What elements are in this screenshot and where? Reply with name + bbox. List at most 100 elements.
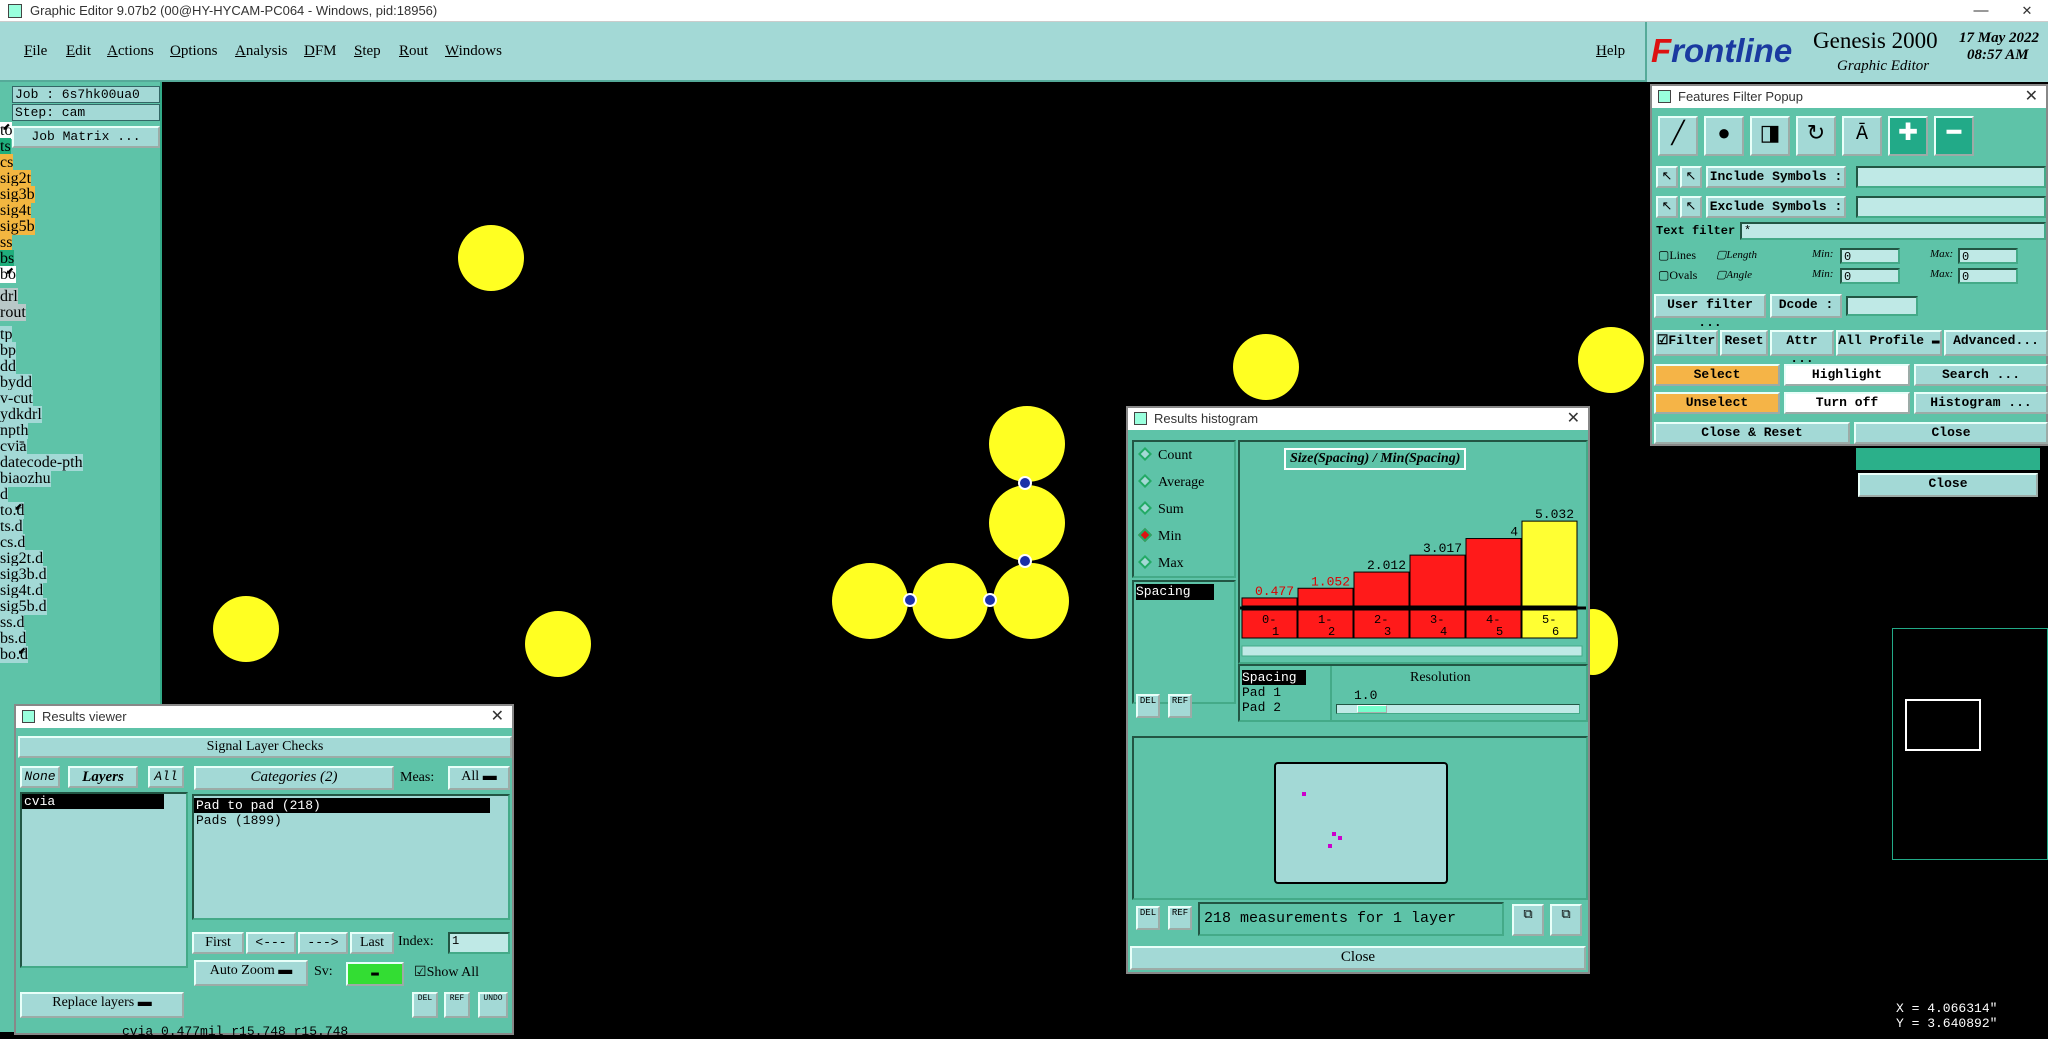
slider-handle[interactable]: [1357, 705, 1387, 713]
menu-analysis[interactable]: Analysis: [235, 43, 288, 60]
include-symbols-button[interactable]: Include Symbols :: [1706, 166, 1846, 188]
close-filter-button[interactable]: Close: [1854, 422, 2048, 444]
user-filter-button[interactable]: User filter ...: [1654, 294, 1766, 330]
length-min-input[interactable]: 0: [1840, 248, 1900, 264]
show-all-checkbox[interactable]: ☑Show All: [414, 964, 479, 981]
lines-checkbox[interactable]: ▢Lines: [1658, 248, 1696, 263]
all-button[interactable]: All: [148, 766, 184, 788]
close-icon[interactable]: ✕: [1567, 408, 1580, 430]
histogram-bar[interactable]: [1521, 520, 1578, 607]
sv-dropdown[interactable]: ▬: [346, 962, 404, 986]
list-item[interactable]: Pads (1899): [194, 813, 508, 828]
layer-row[interactable]: rout: [0, 304, 26, 322]
include-symbols-input[interactable]: [1856, 166, 2046, 188]
line-feature-icon[interactable]: ╱: [1658, 116, 1698, 156]
histogram-button[interactable]: Histogram ...: [1914, 392, 2048, 414]
index-input[interactable]: 1: [448, 932, 510, 954]
categories-tab[interactable]: Categories (2): [194, 766, 394, 790]
histogram-bar[interactable]: [1297, 587, 1354, 607]
attr-button[interactable]: Attr ...: [1770, 330, 1834, 366]
select-arrow-icon[interactable]: ↖: [1680, 166, 1702, 188]
select-button[interactable]: Select: [1654, 364, 1780, 386]
list-item[interactable]: Pad 2: [1242, 700, 1306, 715]
list-item[interactable]: cvia: [22, 794, 164, 809]
last-button[interactable]: Last: [350, 932, 394, 954]
layers-tab[interactable]: Layers: [68, 766, 138, 788]
list-item[interactable]: Spacing: [1242, 670, 1306, 685]
search-button[interactable]: Search ...: [1914, 364, 2048, 386]
layout-icon[interactable]: ⧉: [1550, 904, 1582, 936]
meas-dropdown[interactable]: All ▬: [448, 766, 510, 790]
angle-checkbox[interactable]: ▢Angle: [1716, 268, 1752, 281]
prev-button[interactable]: <---: [246, 932, 296, 954]
histogram-bar[interactable]: [1409, 554, 1466, 607]
select-arrow-icon[interactable]: ↖: [1656, 196, 1678, 218]
dcode-button[interactable]: Dcode :: [1770, 294, 1842, 318]
export-icon[interactable]: ⧉: [1512, 904, 1544, 936]
resolution-slider[interactable]: [1336, 704, 1580, 714]
close-icon[interactable]: ✕: [2025, 86, 2038, 108]
list-item[interactable]: Pad to pad (218): [194, 798, 490, 813]
text-filter-input[interactable]: *: [1740, 222, 2046, 240]
ref-button[interactable]: REF: [1168, 694, 1192, 718]
minimize-button[interactable]: —: [1958, 0, 2004, 22]
highlight-button[interactable]: Highlight: [1784, 364, 1910, 386]
ovals-checkbox[interactable]: ▢Ovals: [1658, 268, 1697, 283]
positive-polarity-icon[interactable]: ✚: [1888, 116, 1928, 156]
close-window-button[interactable]: ✕: [2004, 0, 2048, 22]
next-button[interactable]: --->: [298, 932, 348, 954]
auto-zoom-dropdown[interactable]: Auto Zoom ▬: [194, 960, 308, 986]
menu-windows[interactable]: Windows: [445, 43, 502, 60]
min-radio[interactable]: Min: [1137, 527, 1181, 545]
text-feature-icon[interactable]: Ā: [1842, 116, 1882, 156]
length-checkbox[interactable]: ▢Length: [1716, 248, 1757, 261]
del-button[interactable]: DEL: [412, 992, 438, 1018]
pad-feature-icon[interactable]: ●: [1704, 116, 1744, 156]
job-matrix-button[interactable]: Job Matrix ...: [12, 126, 160, 148]
arc-feature-icon[interactable]: ↻: [1796, 116, 1836, 156]
layer-row[interactable]: bo.d ⬋: [0, 646, 28, 664]
select-arrow-icon[interactable]: ↖: [1680, 196, 1702, 218]
close-histogram-button[interactable]: Close: [1130, 946, 1586, 970]
menu-dfm[interactable]: DFM: [304, 43, 337, 60]
filter-toggle[interactable]: ☑Filter: [1654, 330, 1718, 356]
menu-actions[interactable]: Actions: [107, 43, 154, 60]
exclude-symbols-button[interactable]: Exclude Symbols :: [1706, 196, 1846, 218]
menu-options[interactable]: Options: [170, 43, 218, 60]
ref-button[interactable]: REF: [444, 992, 470, 1018]
del-button[interactable]: DEL: [1136, 694, 1160, 718]
close-reset-button[interactable]: Close & Reset: [1654, 422, 1850, 444]
advanced-button[interactable]: Advanced...: [1944, 330, 2048, 356]
replace-layers-dropdown[interactable]: Replace layers ▬: [20, 992, 184, 1018]
average-radio[interactable]: Average: [1137, 473, 1204, 491]
menu-rout[interactable]: Rout: [399, 43, 428, 60]
ref-button[interactable]: REF: [1168, 906, 1192, 930]
select-arrow-icon[interactable]: ↖: [1656, 166, 1678, 188]
reset-button[interactable]: Reset: [1720, 330, 1768, 356]
menu-help[interactable]: Help: [1596, 43, 1625, 60]
count-radio[interactable]: Count: [1137, 446, 1192, 464]
menu-edit[interactable]: Edit: [66, 43, 91, 60]
surface-feature-icon[interactable]: ◨: [1750, 116, 1790, 156]
close-button[interactable]: Close: [1858, 473, 2038, 497]
first-button[interactable]: First: [192, 932, 244, 954]
menu-file[interactable]: File: [24, 43, 47, 60]
turn-off-button[interactable]: Turn off: [1784, 392, 1910, 414]
dcode-input[interactable]: [1846, 296, 1918, 316]
none-button[interactable]: None: [20, 766, 60, 788]
unselect-button[interactable]: Unselect: [1654, 392, 1780, 414]
histogram-bar[interactable]: [1465, 538, 1522, 607]
close-icon[interactable]: ✕: [491, 706, 504, 728]
angle-min-input[interactable]: 0: [1840, 268, 1900, 284]
list-item[interactable]: Spacing: [1136, 584, 1214, 600]
histogram-bar[interactable]: [1241, 597, 1298, 607]
angle-max-input[interactable]: 0: [1958, 268, 2018, 284]
max-radio[interactable]: Max: [1137, 554, 1184, 572]
negative-polarity-icon[interactable]: ━: [1934, 116, 1974, 156]
chart-scrollbar[interactable]: [1241, 645, 1583, 657]
del-button[interactable]: DEL: [1136, 906, 1160, 930]
histogram-bar[interactable]: [1353, 571, 1410, 607]
menu-step[interactable]: Step: [354, 43, 381, 60]
undo-button[interactable]: UNDO: [478, 992, 508, 1018]
length-max-input[interactable]: 0: [1958, 248, 2018, 264]
